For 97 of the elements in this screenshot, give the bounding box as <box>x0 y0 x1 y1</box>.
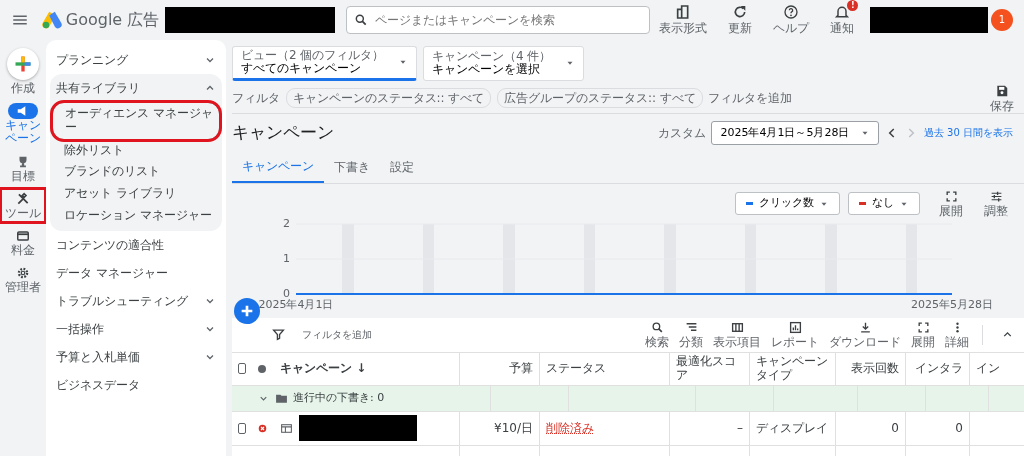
avatar[interactable]: 1 <box>991 9 1013 31</box>
plus-icon <box>13 54 33 74</box>
table-tool-button[interactable]: 詳細 <box>940 320 974 349</box>
status-dot-icon <box>258 364 266 373</box>
table-tool-button[interactable]: 表示項目 <box>708 320 766 349</box>
table-tool-button[interactable]: 検索 <box>640 320 674 349</box>
tab[interactable]: 下書き <box>324 151 380 184</box>
column-header[interactable]: キャンペーンタイプ <box>756 354 829 383</box>
expand-icon <box>916 320 930 334</box>
metric-dropdown[interactable]: なし <box>848 192 921 215</box>
header-action-button[interactable]: ヘルプ <box>768 4 815 36</box>
search-icon <box>353 13 368 27</box>
columns-icon <box>730 320 744 334</box>
view-dropdown[interactable]: ビュー（2 個のフィルタ） すべてのキャンペーン <box>232 45 418 82</box>
create-label: 作成 <box>11 80 35 97</box>
page-title: キャンペーン <box>232 121 334 145</box>
add-filter-link[interactable]: フィルタを追加 <box>708 89 793 108</box>
y-tick-label: 0 <box>283 286 290 300</box>
x-tick-label: 2025年5月28日 <box>911 297 993 310</box>
date-label: カスタム <box>657 124 706 142</box>
table-tool-button[interactable]: 展開 <box>906 320 940 349</box>
column-header[interactable]: 表示回数 <box>851 361 899 376</box>
sort-icon <box>684 320 698 334</box>
notification-badge: ! <box>847 0 859 12</box>
table-tool-button[interactable]: レポート <box>766 320 824 349</box>
expand-icon <box>944 189 958 203</box>
nav-subitem[interactable]: ロケーション マネージャー <box>52 205 220 227</box>
column-header[interactable]: キャンペーン ↓ <box>280 361 367 376</box>
score-cell: – <box>737 421 743 436</box>
column-header[interactable]: 予算 <box>509 361 533 376</box>
rail-item[interactable]: キャンペーン <box>1 101 45 148</box>
budget-cell: ¥10/日 <box>494 421 533 436</box>
type-cell: ディスプレイ <box>756 421 828 436</box>
filter-icon[interactable] <box>272 328 285 342</box>
rail-item[interactable]: ツール <box>1 188 45 222</box>
logo-text: Google 広告 <box>65 9 160 31</box>
create-button[interactable] <box>7 48 39 80</box>
column-header[interactable]: ステータス <box>546 361 606 376</box>
logo-icon <box>41 9 63 31</box>
layout-icon <box>675 4 692 21</box>
column-header[interactable]: 最適化スコア <box>676 354 743 383</box>
filter-chip[interactable]: キャンペーンのステータス:: すべて <box>285 88 492 109</box>
group-row-label: 進行中の下書き: 0 <box>293 389 385 406</box>
nav-subitem[interactable]: オーディエンス マネージャー <box>52 102 220 140</box>
nav-item[interactable]: 共有ライブラリ <box>50 74 222 102</box>
filter-label: フィルタ <box>232 90 280 108</box>
impressions-cell: 0 <box>891 421 899 436</box>
search-field[interactable]: ページまたはキャンペーンを検索 <box>345 6 650 34</box>
y-tick-label: 2 <box>283 217 290 230</box>
y-tick-label: 1 <box>283 251 290 265</box>
filter-chip[interactable]: 広告グループのステータス:: すべて <box>496 88 703 109</box>
checkbox[interactable] <box>238 422 246 434</box>
nav-item[interactable]: コンテンツの適合性 <box>50 230 222 259</box>
nav-subitem[interactable]: ブランドのリスト <box>52 161 220 184</box>
column-header[interactable]: インタラ <box>915 361 963 376</box>
gear-icon <box>16 266 30 281</box>
tools-icon <box>16 191 30 206</box>
column-header[interactable]: イン <box>976 361 1000 376</box>
card-icon <box>16 228 30 243</box>
checkbox[interactable] <box>238 363 246 375</box>
status-cell: 削除済み <box>546 421 594 436</box>
chart-tool-button[interactable]: 調整 <box>979 189 1013 218</box>
add-button[interactable] <box>234 297 260 324</box>
display-ad-icon <box>280 421 293 435</box>
tab[interactable]: 設定 <box>380 151 424 184</box>
metric-dropdown[interactable]: クリック数 <box>735 192 840 215</box>
nav-item[interactable]: 一括操作 <box>50 314 222 343</box>
tab[interactable]: キャンペーン <box>232 151 324 184</box>
x-tick-label: 2025年4月1日 <box>258 297 334 310</box>
chart-tool-button[interactable]: 展開 <box>934 189 968 218</box>
nav-subitem[interactable]: アセット ライブラリ <box>52 183 220 205</box>
nav-item[interactable]: トラブルシューティング <box>50 286 222 315</box>
rail-item[interactable]: 管理者 <box>1 263 45 297</box>
date-range-dropdown[interactable]: 2025年4月1日～5月28日 <box>711 120 880 146</box>
header-action-button[interactable]: 更新 <box>723 4 758 36</box>
date-preset-link[interactable]: 過去 30 日間を表示 <box>923 125 1013 141</box>
removed-icon <box>258 423 267 433</box>
chart-icon <box>788 320 802 334</box>
save-icon <box>994 83 1009 98</box>
nav-item[interactable]: 予算と入札単価 <box>50 342 222 371</box>
header-action-button[interactable]: 表示形式 <box>654 4 713 36</box>
nav-subitem[interactable]: 除外リスト <box>52 139 220 162</box>
sliders-icon <box>989 189 1003 203</box>
nav-item[interactable]: プランニング <box>50 46 222 74</box>
nav-item[interactable]: ビジネスデータ <box>50 370 222 399</box>
rail-item[interactable]: 料金 <box>1 225 45 260</box>
table-tool-button[interactable]: 分類 <box>674 320 708 349</box>
table-tool-button[interactable]: ダウンロード <box>824 320 906 349</box>
nav-item[interactable]: データ マネージャー <box>50 258 222 287</box>
view-dropdown[interactable]: キャンペーン（4 件） キャンペーンを選択 <box>422 45 585 82</box>
interactions-cell: 0 <box>955 421 963 436</box>
help-icon <box>783 4 800 21</box>
download-icon <box>858 320 872 334</box>
search-icon <box>650 320 664 334</box>
save-button[interactable]: 保存 <box>984 83 1019 114</box>
rail-item[interactable]: 目標 <box>1 151 45 185</box>
add-filter-link[interactable]: フィルタを追加 <box>301 327 372 343</box>
